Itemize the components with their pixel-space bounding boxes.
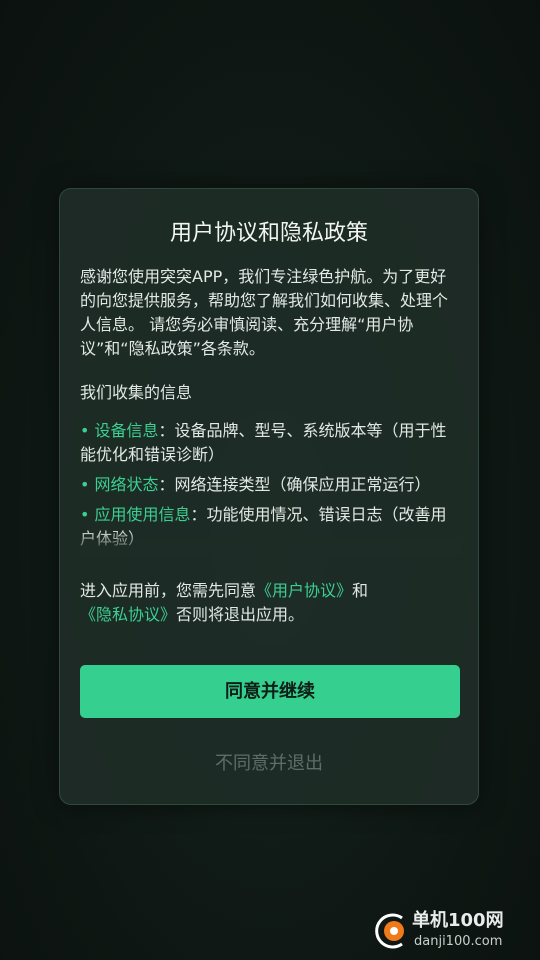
consent-prefix: 进入应用前，您需先同意 bbox=[80, 581, 257, 600]
item-text: ：网络连接类型（确保应用正常运行） bbox=[158, 475, 431, 494]
privacy-agreement-link[interactable]: 《隐私协议》 bbox=[80, 605, 176, 624]
disagree-button[interactable]: 不同意并退出 bbox=[60, 749, 478, 779]
section-title: 我们收集的信息 bbox=[80, 383, 193, 402]
watermark-url: danji100.com bbox=[414, 934, 503, 949]
watermark: 单机100网 danji100.com bbox=[372, 908, 532, 954]
consent-suffix: 否则将退出应用。 bbox=[176, 605, 305, 624]
item-label: 网络状态 bbox=[94, 475, 159, 494]
user-agreement-link[interactable]: 《用户协议》 bbox=[256, 581, 352, 600]
watermark-logo-icon bbox=[375, 913, 404, 949]
list-item: • 设备信息：设备品牌、型号、系统版本等（用于性能优化和错误诊断） bbox=[80, 419, 462, 467]
watermark-title: 单机100网 bbox=[412, 910, 504, 931]
scroll-fade bbox=[80, 529, 462, 555]
screen: 用户协议和隐私政策 感谢您使用突突APP，我们专注绿色护航。为了更好的向您提供服… bbox=[0, 0, 540, 960]
privacy-dialog: 用户协议和隐私政策 感谢您使用突突APP，我们专注绿色护航。为了更好的向您提供服… bbox=[59, 188, 479, 805]
consent-text: 进入应用前，您需先同意《用户协议》和《隐私协议》否则将退出应用。 bbox=[80, 579, 462, 627]
item-label: 应用使用信息 bbox=[94, 505, 191, 524]
dialog-title: 用户协议和隐私政策 bbox=[169, 221, 368, 246]
bullet-icon: • bbox=[80, 505, 90, 524]
intro-text: 感谢您使用突突APP，我们专注绿色护航。为了更好的向您提供服务，帮助您了解我们如… bbox=[80, 267, 449, 358]
consent-middle: 和 bbox=[352, 581, 369, 600]
agree-button[interactable]: 同意并继续 bbox=[80, 665, 460, 718]
bullet-icon: • bbox=[80, 421, 90, 440]
bullet-icon: • bbox=[80, 475, 90, 494]
item-label: 设备信息 bbox=[94, 421, 159, 440]
list-item: • 网络状态：网络连接类型（确保应用正常运行） bbox=[80, 473, 462, 497]
